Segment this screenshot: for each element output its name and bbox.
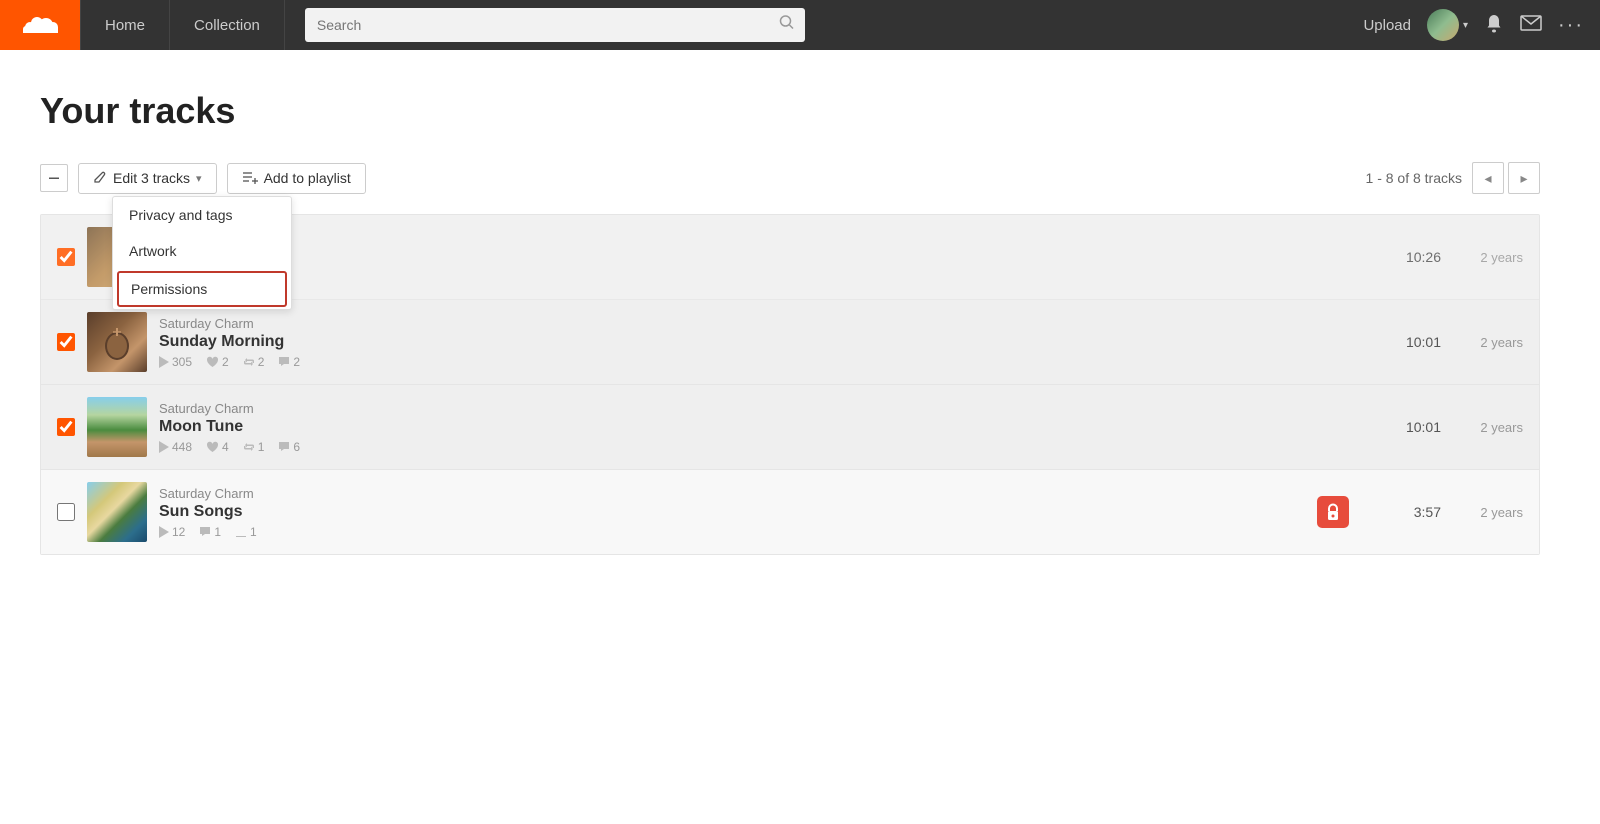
dropdown-item-artwork[interactable]: Artwork: [113, 233, 291, 269]
edit-chevron-icon: ▾: [196, 172, 202, 185]
search-wrapper: [305, 8, 805, 42]
track-3-comments-stat: 6: [278, 440, 300, 454]
track-4-title: Sun Songs: [159, 503, 1305, 521]
track-3-artist: Saturday Charm: [159, 401, 1369, 416]
track-1-artist: Saturday Charm: [159, 241, 1369, 256]
dropdown-item-privacy-tags[interactable]: Privacy and tags: [113, 197, 291, 233]
messages-mail-icon[interactable]: [1520, 15, 1542, 36]
header-right: Upload ▾ ···: [1363, 9, 1600, 41]
notifications-bell-icon[interactable]: [1484, 13, 1504, 38]
track-3-stats: 448 4 1 6: [159, 440, 1369, 454]
list-add-icon: [242, 170, 258, 187]
track-2-reposts-stat: 2: [243, 355, 265, 369]
track-4-thumbnail: [87, 482, 147, 542]
track-2-duration: 10:01: [1381, 334, 1441, 350]
soundcloud-logo-icon: [20, 9, 60, 42]
main-content: Your tracks Edit 3 tracks ▾ Privacy and …: [0, 50, 1600, 595]
track-1-checkbox[interactable]: [57, 248, 75, 266]
track-3-thumbnail: [87, 397, 147, 457]
logo[interactable]: [0, 0, 80, 50]
table-row: Saturday Charm Sun Songs 12 1 1: [41, 470, 1539, 554]
track-4-lock: [1317, 496, 1349, 528]
track-3-age: 2 years: [1453, 420, 1523, 435]
header: Home Collection Upload ▾: [0, 0, 1600, 50]
deselect-button[interactable]: [40, 164, 68, 192]
next-page-button[interactable]: ▸: [1508, 162, 1540, 194]
add-to-playlist-button[interactable]: Add to playlist: [227, 163, 366, 194]
page-title: Your tracks: [40, 90, 1540, 132]
track-2-title: Sunday Morning: [159, 333, 1369, 351]
track-1-duration: 10:26: [1381, 249, 1441, 265]
track-2-age: 2 years: [1453, 335, 1523, 350]
track-4-duration: 3:57: [1381, 504, 1441, 520]
table-row: Saturday Charm Sunday Morning 305 2 2: [41, 300, 1539, 385]
track-1-info: Saturday Charm 1 5: [159, 241, 1369, 274]
track-2-comments-stat: 2: [278, 355, 300, 369]
track-2-plays-stat: 305: [159, 355, 192, 369]
track-3-checkbox[interactable]: [57, 418, 75, 436]
track-4-age: 2 years: [1453, 505, 1523, 520]
track-3-plays-stat: 448: [159, 440, 192, 454]
edit-dropdown-menu: Privacy and tags Artwork Permissions: [112, 196, 292, 310]
edit-tracks-button[interactable]: Edit 3 tracks ▾: [78, 163, 217, 194]
nav-collection[interactable]: Collection: [170, 0, 285, 50]
search-area: [305, 8, 1344, 42]
track-4-plays-stat: 12: [159, 525, 185, 539]
prev-page-button[interactable]: ◂: [1472, 162, 1504, 194]
track-4-stats: 12 1 1: [159, 525, 1305, 539]
tracks-count: 1 - 8 of 8 tracks: [1366, 170, 1462, 186]
track-4-info: Saturday Charm Sun Songs 12 1 1: [159, 486, 1305, 539]
track-4-artist: Saturday Charm: [159, 486, 1305, 501]
nav-home[interactable]: Home: [80, 0, 170, 50]
track-2-likes-stat: 2: [206, 355, 229, 369]
track-2-artist: Saturday Charm: [159, 316, 1369, 331]
track-3-title: Moon Tune: [159, 418, 1369, 436]
pencil-icon: [93, 170, 107, 187]
track-3-duration: 10:01: [1381, 419, 1441, 435]
avatar-area[interactable]: ▾: [1427, 9, 1468, 41]
more-options-icon[interactable]: ···: [1558, 14, 1584, 37]
track-3-info: Saturday Charm Moon Tune 448 4 1: [159, 401, 1369, 454]
track-3-likes-stat: 4: [206, 440, 229, 454]
dropdown-item-permissions[interactable]: Permissions: [117, 271, 287, 307]
track-2-thumbnail: [87, 312, 147, 372]
track-4-checkbox[interactable]: [57, 503, 75, 521]
track-4-downloads-stat: 1: [235, 525, 257, 539]
track-2-info: Saturday Charm Sunday Morning 305 2 2: [159, 316, 1369, 369]
track-2-stats: 305 2 2 2: [159, 355, 1369, 369]
upload-button[interactable]: Upload: [1363, 17, 1411, 34]
avatar-chevron-icon: ▾: [1463, 20, 1468, 31]
track-2-checkbox[interactable]: [57, 333, 75, 351]
track-1-age: 2 years: [1453, 250, 1523, 265]
avatar: [1427, 9, 1459, 41]
track-4-comments-stat: 1: [199, 525, 221, 539]
table-row: Saturday Charm Moon Tune 448 4 1: [41, 385, 1539, 470]
toolbar: Edit 3 tracks ▾ Privacy and tags Artwork…: [40, 162, 1540, 194]
search-input[interactable]: [305, 8, 805, 42]
track-1-stats: 1 5: [159, 260, 1369, 274]
track-3-reposts-stat: 1: [243, 440, 265, 454]
search-icon: [779, 15, 795, 36]
lock-icon: [1317, 496, 1349, 528]
pagination-controls: ◂ ▸: [1472, 162, 1540, 194]
